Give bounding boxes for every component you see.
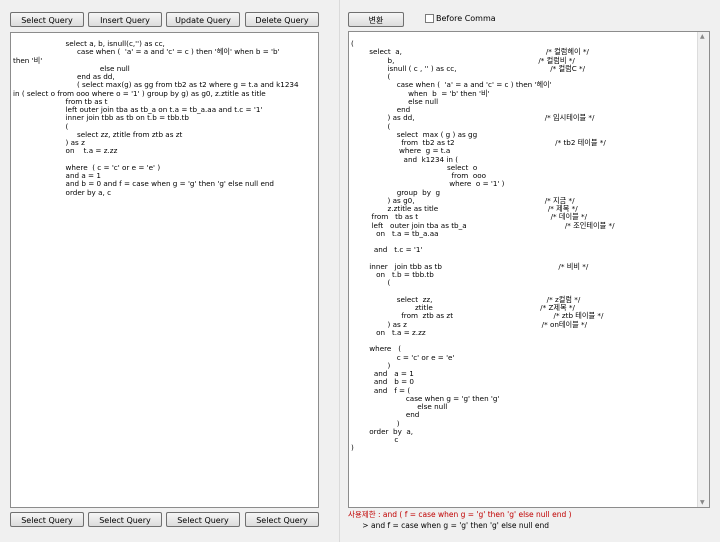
bottom-select-query-button-4[interactable]: Select Query: [245, 512, 319, 527]
before-comma-checkbox[interactable]: [425, 14, 434, 23]
scroll-up-arrow-icon[interactable]: ▲: [700, 33, 705, 40]
delete-query-button[interactable]: Delete Query: [245, 12, 319, 27]
scroll-down-arrow-icon[interactable]: ▼: [700, 499, 705, 506]
sql-output-text: ( select a, /* 컬럼헤이 */ b, /* 컬럼비 */ isnu…: [351, 39, 615, 453]
convert-button[interactable]: 변환: [348, 12, 404, 27]
output-scrollbar[interactable]: ▲ ▼: [697, 32, 709, 507]
restriction-hint-line2: > and f = case when g = 'g' then 'g' els…: [348, 521, 550, 530]
bottom-select-query-button-3[interactable]: Select Query: [166, 512, 240, 527]
sql-input-text: select a, b, isnull(c,'') as cc, case wh…: [13, 39, 299, 197]
before-comma-label: Before Comma: [436, 14, 496, 23]
sql-output-textarea[interactable]: ( select a, /* 컬럼헤이 */ b, /* 컬럼비 */ isnu…: [348, 31, 710, 508]
bottom-select-query-button-2[interactable]: Select Query: [88, 512, 162, 527]
bottom-select-query-button-1[interactable]: Select Query: [10, 512, 84, 527]
insert-query-button[interactable]: Insert Query: [88, 12, 162, 27]
select-query-button[interactable]: Select Query: [10, 12, 84, 27]
restriction-hint-line1: 사용제한 : and ( f = case when g = 'g' then …: [348, 510, 572, 519]
sql-input-textarea[interactable]: select a, b, isnull(c,'') as cc, case wh…: [10, 32, 319, 508]
panel-divider: [339, 0, 340, 542]
update-query-button[interactable]: Update Query: [166, 12, 240, 27]
